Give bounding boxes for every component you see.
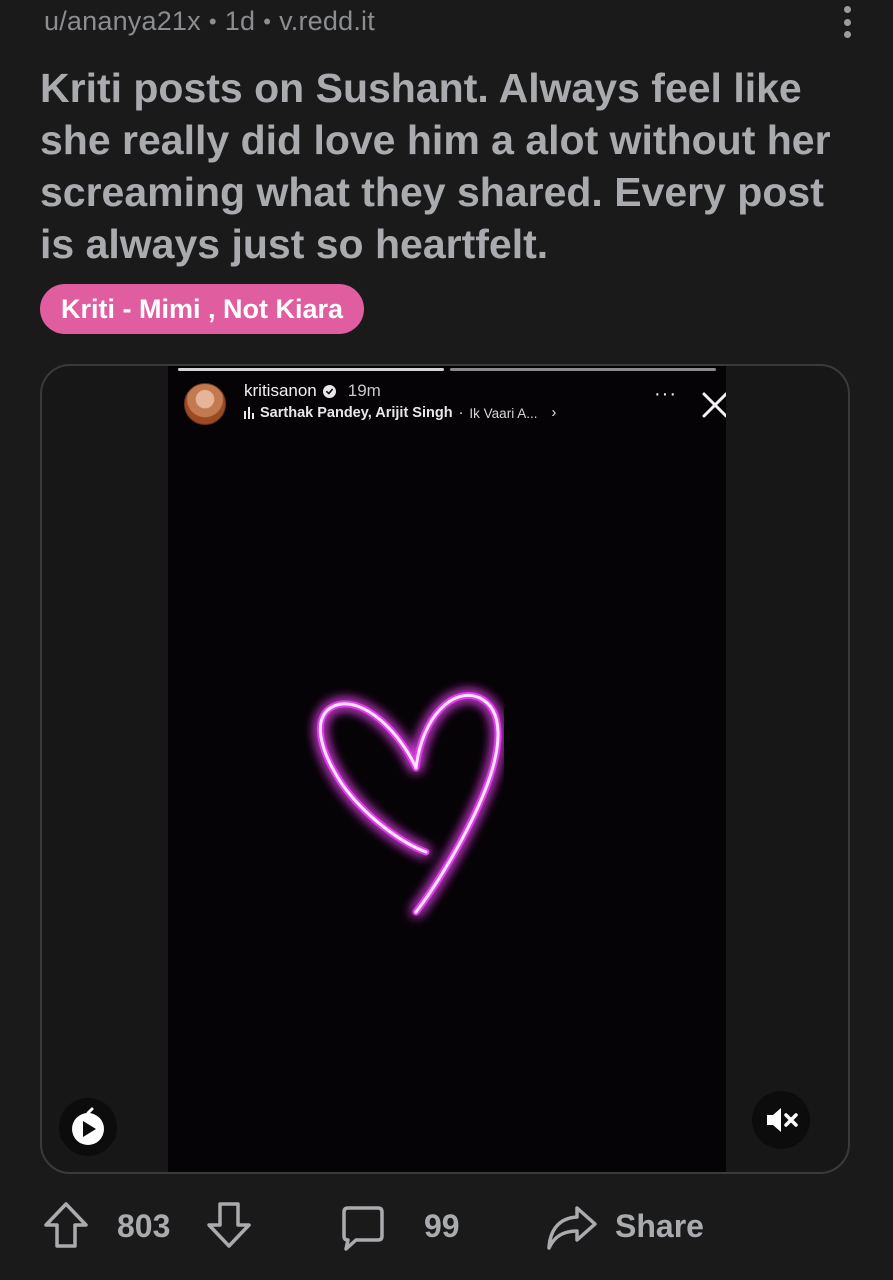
story-more-icon: ··· [654,383,677,405]
post-actions: 803 99 Share [0,1198,893,1258]
meta-separator: • [208,8,217,34]
chevron-right-icon: › [551,405,557,421]
story-user: kritisanon 19m [244,381,381,401]
progress-segment [450,368,716,371]
post-flair[interactable]: Kriti - Mimi , Not Kiara [40,284,365,334]
comment-icon[interactable] [338,1204,386,1252]
share-icon[interactable] [545,1202,599,1252]
story-username: kritisanon [244,381,317,400]
story-timestamp: 19m [347,381,381,400]
video-player[interactable]: kritisanon 19m Sarthak Pandey, Arijit Si… [40,364,850,1174]
verified-badge-icon [322,384,336,398]
progress-segment [178,368,444,371]
music-artists: Sarthak Pandey, Arijit Singh [260,405,453,421]
post-domain[interactable]: v.redd.it [279,6,375,37]
comment-count[interactable]: 99 [424,1208,460,1245]
music-bars-icon [244,407,254,419]
music-separator: · [458,405,464,421]
share-button[interactable]: Share [615,1208,704,1245]
close-icon [700,390,726,420]
meta-separator: • [263,8,272,34]
reddit-post: u/ananya21x • 1d • v.redd.it Kriti posts… [0,0,893,1280]
mute-icon[interactable] [752,1091,810,1149]
story-music: Sarthak Pandey, Arijit Singh · Ik Vaari … [244,405,556,421]
story-progress-bar [178,368,716,371]
music-song: Ik Vaari A... [469,405,538,421]
story-video[interactable]: kritisanon 19m Sarthak Pandey, Arijit Si… [168,366,726,1172]
neon-heart-icon [304,676,504,926]
post-author[interactable]: u/ananya21x [44,6,201,37]
downvote-icon[interactable] [205,1200,253,1250]
vote-count: 803 [117,1208,171,1244]
upvote-icon[interactable] [42,1200,90,1250]
more-options-icon[interactable] [839,6,855,38]
play-icon[interactable] [59,1098,117,1156]
post-meta: u/ananya21x • 1d • v.redd.it [44,6,375,37]
avatar [184,383,226,425]
post-age: 1d [224,6,256,36]
story-header: kritisanon 19m Sarthak Pandey, Arijit Si… [184,381,726,427]
post-title[interactable]: Kriti posts on Sushant. Always feel like… [40,62,860,270]
